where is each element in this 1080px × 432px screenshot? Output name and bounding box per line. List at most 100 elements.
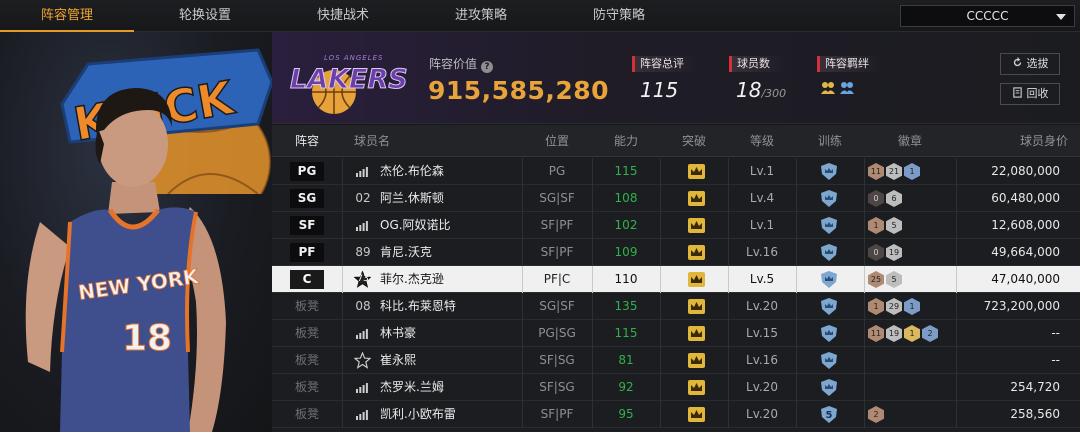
player-ability: 115 [614,326,638,340]
recycle-button[interactable]: 回收 [1000,83,1060,105]
tab-lineup-management[interactable]: 阵容管理 [0,0,134,32]
slot-position-label[interactable]: SG [290,189,324,208]
col-level[interactable]: 等级 [728,125,796,157]
training-shield-icon[interactable] [820,325,838,342]
breakthrough-crown-icon[interactable] [688,218,705,233]
column-divider [796,158,797,185]
badge-count-icon: 29 [886,298,902,315]
col-training[interactable]: 训练 [796,125,864,157]
player-value: 254,720 [1010,380,1060,394]
breakthrough-crown-icon[interactable] [688,380,705,395]
breakthrough-crown-icon[interactable] [688,245,705,260]
breakthrough-crown-icon[interactable] [688,353,705,368]
column-divider [660,212,661,239]
breakthrough-crown-icon[interactable] [688,326,705,341]
table-row[interactable]: 板凳 崔永熙 SF|SG 81 Lv.16 -- [272,347,1080,374]
table-row[interactable]: 板凳 林书豪 PG|SG 115 Lv.15 11 19 1 2 -- [272,320,1080,347]
breakthrough-crown-icon[interactable] [688,164,705,179]
team-select-dropdown[interactable]: CCCCC [900,5,1075,27]
breakthrough-crown-icon[interactable] [688,272,705,287]
slot-position-label[interactable]: PG [290,162,324,181]
col-badges[interactable]: 徽章 [864,125,956,157]
table-row[interactable]: SG 02 阿兰.休斯顿 SG|SF 108 Lv.4 0 6 60,480,000 [272,185,1080,212]
player-position: SF|PF [540,245,574,259]
slot-position-label[interactable]: PF [290,243,324,262]
column-divider [796,212,797,239]
select-button[interactable]: 选拔 [1000,53,1060,75]
player-name[interactable]: 杰伦.布伦森 [380,158,444,185]
player-name[interactable]: OG.阿奴诺比 [380,212,451,239]
training-shield-icon[interactable] [820,244,838,261]
player-name[interactable]: 科比.布莱恩特 [380,293,456,320]
training-shield-icon[interactable] [820,217,838,234]
training-shield-icon[interactable] [820,298,838,315]
table-row[interactable]: PG 杰伦.布伦森 PG 115 Lv.1 11 21 1 22,080,000 [272,158,1080,185]
player-name[interactable]: 杰罗米.兰姆 [380,374,444,401]
bond-gold-icon[interactable] [820,80,836,96]
table-row[interactable]: 板凳 杰罗米.兰姆 SF|SG 92 Lv.20 254,720 [272,374,1080,401]
badge-list[interactable]: 11 19 1 2 [868,325,938,342]
training-shield-icon[interactable] [820,379,838,396]
col-lineup[interactable]: 阵容 [272,125,342,157]
tab-quick-tactics[interactable]: 快捷战术 [276,0,410,32]
breakthrough-crown-icon[interactable] [688,407,705,422]
training-shield-icon[interactable] [820,352,838,369]
bond-blue-icon[interactable] [839,80,855,96]
badge-list[interactable]: 25 5 [868,271,902,288]
player-level: Lv.1 [749,218,775,232]
badge-list[interactable]: 11 21 1 [868,163,920,180]
breakthrough-crown-icon[interactable] [688,191,705,206]
column-divider [342,347,343,374]
badge-count-icon: 25 [868,271,884,288]
badge-list[interactable]: 0 19 [868,244,902,261]
table-row[interactable]: 板凳 凯利.小欧布雷 SF|PF 95 Lv.20 5 2 258,560 [272,401,1080,428]
player-ability: 135 [614,299,638,313]
player-name[interactable]: 崔永熙 [380,347,416,374]
tab-rotation-settings[interactable]: 轮换设置 [134,0,276,32]
tab-offense-strategy[interactable]: 进攻策略 [410,0,552,32]
player-name[interactable]: 阿兰.休斯顿 [380,185,444,212]
player-position: SF|PF [540,218,574,232]
col-player-value[interactable]: 球员身价 [972,125,1068,157]
bond-icons[interactable] [820,80,855,96]
column-divider [660,320,661,347]
table-row[interactable]: C 73 菲尔.杰克逊 PF|C 110 Lv.5 25 5 47,040,000 [272,266,1080,293]
slot-position-label[interactable]: C [290,270,324,289]
badge-list[interactable]: 2 [868,406,884,423]
training-shield-icon[interactable] [820,271,838,288]
column-divider [342,212,343,239]
breakthrough-crown-icon[interactable] [688,299,705,314]
signal-bars-icon [356,167,368,177]
jersey-number: 08 [355,299,371,313]
player-name[interactable]: 菲尔.杰克逊 [380,266,444,293]
badge-count-icon: 19 [886,325,902,342]
badge-count-icon: 1 [868,298,884,315]
table-row[interactable]: SF OG.阿奴诺比 SF|PF 102 Lv.1 1 5 12,608,000 [272,212,1080,239]
column-divider [342,374,343,401]
table-row[interactable]: PF 89 肯尼.沃克 SF|PF 109 Lv.16 0 19 49,664,000 [272,239,1080,266]
badge-list[interactable]: 1 29 1 [868,298,920,315]
column-divider [796,293,797,320]
player-name[interactable]: 肯尼.沃克 [380,239,432,266]
col-position[interactable]: 位置 [522,125,592,157]
col-player-name[interactable]: 球员名 [354,125,414,157]
player-value: 60,480,000 [991,191,1060,205]
training-shield-icon[interactable] [820,163,838,180]
training-shield-icon[interactable] [820,190,838,207]
tab-defense-strategy[interactable]: 防守策略 [552,0,686,32]
lineup-value-label: 阵容价值? [429,55,494,73]
training-shield-icon[interactable]: 5 [820,406,838,423]
col-breakthrough[interactable]: 突破 [660,125,728,157]
col-ability[interactable]: 能力 [592,125,660,157]
badge-list[interactable]: 06 [868,190,902,207]
column-divider [864,212,865,239]
badge-list[interactable]: 15 [868,217,902,234]
player-name[interactable]: 凯利.小欧布雷 [380,401,456,428]
slot-position-label[interactable]: SF [290,216,324,235]
table-row[interactable]: 板凳 08 科比.布莱恩特 SG|SF 135 Lv.20 1 29 1 723,200,000 [272,293,1080,320]
player-name[interactable]: 林书豪 [380,320,416,347]
column-divider [956,239,957,266]
column-divider [342,401,343,428]
help-icon[interactable]: ? [481,61,494,73]
player-value: -- [1051,353,1060,367]
